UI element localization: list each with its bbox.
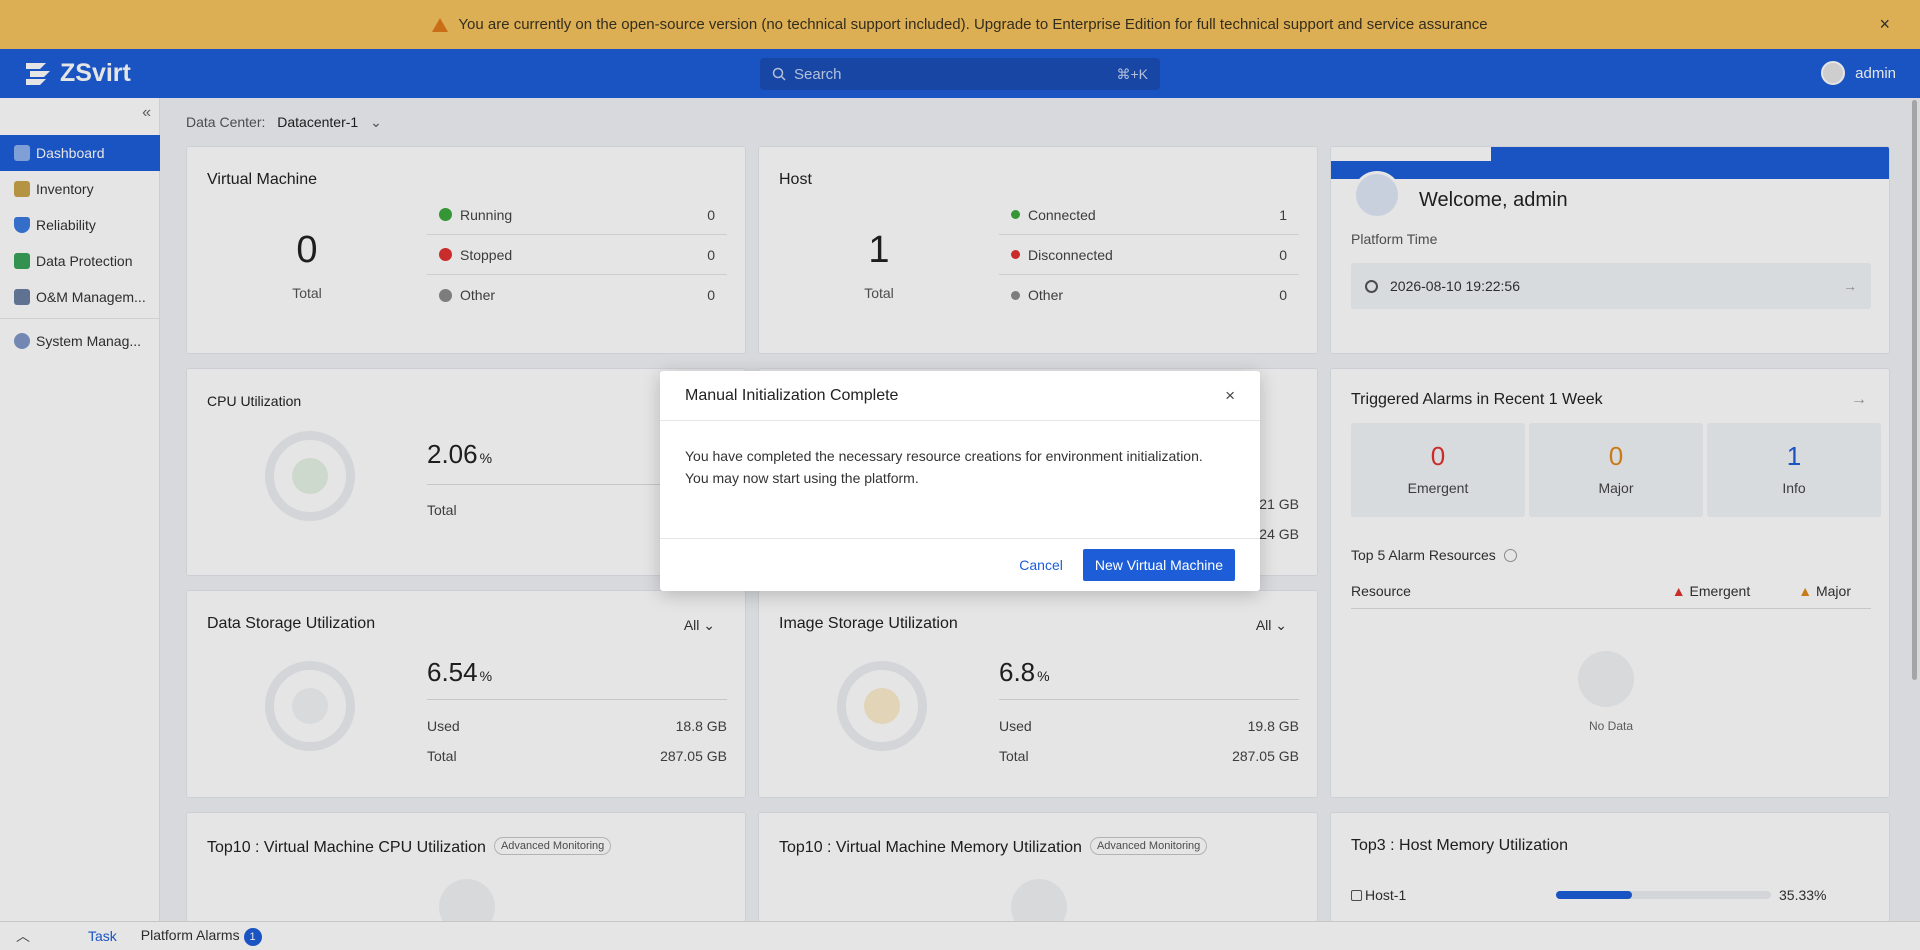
dialog-body: You have completed the necessary resourc… [660, 421, 1260, 539]
dialog-body-line-2: You may now start using the platform. [685, 470, 919, 486]
new-virtual-machine-button[interactable]: New Virtual Machine [1082, 549, 1235, 581]
dialog-title: Manual Initialization Complete [685, 386, 899, 404]
dialog-header: Manual Initialization Complete × [660, 371, 1260, 421]
cancel-button[interactable]: Cancel [1019, 557, 1063, 573]
dialog-body-line-1: You have completed the necessary resourc… [685, 448, 1203, 464]
dialog-footer: Cancel New Virtual Machine [660, 539, 1260, 591]
init-complete-dialog: Manual Initialization Complete × You hav… [660, 371, 1260, 591]
close-icon[interactable]: × [1225, 386, 1235, 406]
